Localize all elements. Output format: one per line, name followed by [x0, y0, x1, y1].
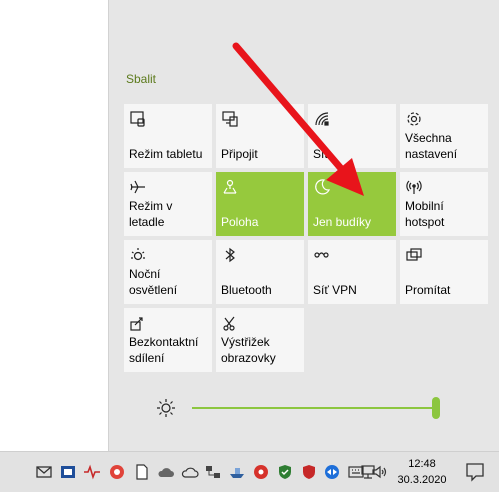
tile-tablet-mode[interactable]: Režim tabletu [124, 104, 212, 168]
nearby-share-icon [129, 314, 147, 332]
pulse-icon[interactable] [83, 463, 101, 481]
tile-bluetooth[interactable]: Bluetooth [216, 240, 304, 304]
brightness-icon [156, 398, 176, 418]
brightness-control [156, 396, 446, 420]
airplane-icon [129, 178, 147, 196]
network-app-icon[interactable] [204, 463, 222, 481]
cloud-icon[interactable] [157, 463, 175, 481]
vpn-icon [313, 246, 331, 264]
mail-icon[interactable] [35, 463, 53, 481]
tile-label: Noční osvětlení [129, 267, 178, 297]
taskbar: 12:48 30.3.2020 [0, 451, 499, 492]
location-icon [221, 178, 239, 196]
tile-label: Režim tabletu [129, 147, 203, 161]
tile-label: Bluetooth [221, 283, 272, 297]
collapse-link[interactable]: Sbalit [126, 72, 156, 86]
clock[interactable]: 12:48 30.3.2020 [396, 456, 448, 488]
network-icon [313, 110, 331, 128]
tile-all-settings[interactable]: Všechna nastavení [400, 104, 488, 168]
bluetooth-icon [221, 246, 239, 264]
tile-label: Jen budíky [313, 215, 372, 229]
connect-icon [221, 110, 239, 128]
clock-date: 30.3.2020 [397, 474, 447, 486]
tile-label: Bezkontaktní sdílení [129, 335, 199, 365]
tile-network[interactable]: Síť [308, 104, 396, 168]
tile-connect[interactable]: Připojit [216, 104, 304, 168]
tile-label: Mobilní hotspot [405, 199, 445, 229]
tile-nearby-sharing[interactable]: Bezkontaktní sdílení [124, 308, 212, 372]
ship-icon[interactable] [228, 463, 246, 481]
teamviewer-icon[interactable] [323, 463, 341, 481]
tablet-mode-icon [129, 110, 147, 128]
tile-label: Výstřižek obrazovky [221, 335, 276, 365]
file-icon[interactable] [133, 463, 151, 481]
tile-screen-snip[interactable]: Výstřižek obrazovky [216, 308, 304, 372]
screen-snip-icon [221, 314, 239, 332]
tile-label: Síť VPN [313, 283, 357, 297]
tile-vpn[interactable]: Síť VPN [308, 240, 396, 304]
tile-focus-assist[interactable]: Jen budíky [308, 172, 396, 236]
project-icon [405, 246, 423, 264]
tile-label: Promítat [405, 283, 451, 297]
hotspot-icon [405, 178, 423, 196]
tile-label: Připojit [221, 147, 258, 161]
tile-airplane-mode[interactable]: Režim v letadle [124, 172, 212, 236]
volume-icon[interactable] [371, 463, 389, 481]
tile-label: Poloha [221, 215, 259, 229]
tile-label: Režim v letadle [129, 199, 173, 229]
shield-icon[interactable] [276, 463, 294, 481]
clock-time: 12:48 [408, 458, 436, 470]
app-icon[interactable] [59, 463, 77, 481]
security-icon[interactable] [300, 463, 318, 481]
notification-icon[interactable] [464, 461, 486, 483]
tile-project[interactable]: Promítat [400, 240, 488, 304]
chrome-icon[interactable] [108, 463, 126, 481]
tile-night-light[interactable]: Noční osvětlení [124, 240, 212, 304]
quick-actions-grid: Režim tabletu Připojit Síť Všechna nasta… [124, 104, 488, 372]
tile-location[interactable]: Poloha [216, 172, 304, 236]
tile-label: Síť [313, 147, 329, 161]
night-light-icon [129, 246, 147, 264]
tile-label: Všechna nastavení [405, 131, 458, 161]
brightness-slider-thumb[interactable] [432, 397, 440, 419]
tile-mobile-hotspot[interactable]: Mobilní hotspot [400, 172, 488, 236]
gear-icon [405, 110, 423, 128]
moon-icon [313, 178, 331, 196]
media-icon[interactable] [252, 463, 270, 481]
onedrive-icon[interactable] [181, 463, 199, 481]
brightness-slider[interactable] [192, 407, 438, 409]
